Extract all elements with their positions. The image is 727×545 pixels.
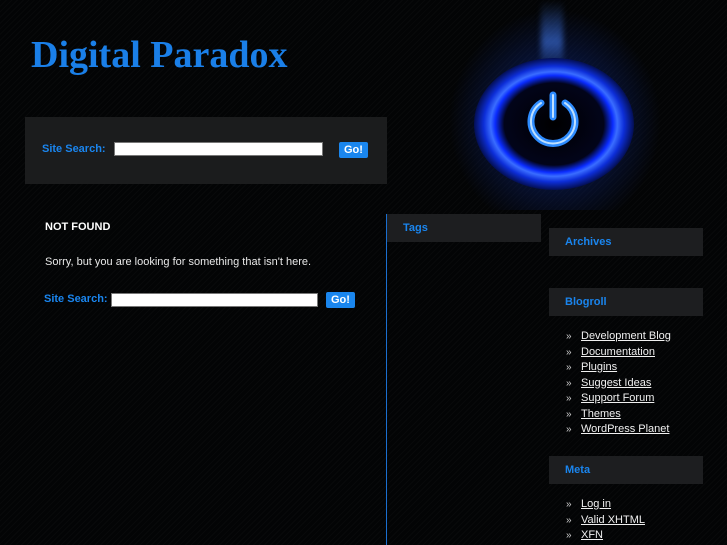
header-search-panel: Site Search: Go!: [25, 117, 387, 184]
double-chevron-right-icon: »: [566, 331, 572, 342]
meta-link-log-in[interactable]: Log in: [581, 498, 611, 510]
double-chevron-right-icon: »: [566, 408, 572, 420]
double-chevron-right-icon: »: [566, 499, 572, 510]
archives-widget-title: Archives: [549, 228, 703, 256]
blogroll-link-development-blog[interactable]: Development Blog: [581, 330, 671, 342]
list-item: » WordPress Planet: [566, 422, 671, 438]
list-item: » Development Blog: [566, 329, 671, 345]
site-title[interactable]: Digital Paradox: [31, 33, 287, 77]
double-chevron-right-icon: »: [566, 377, 572, 389]
content-search-label: Site Search:: [44, 293, 108, 305]
content-search-input[interactable]: [111, 293, 318, 307]
tags-widget-title: Tags: [387, 214, 541, 242]
meta-link-valid-xhtml[interactable]: Valid XHTML: [581, 514, 645, 526]
double-chevron-right-icon: »: [566, 362, 572, 373]
content-search-go-button[interactable]: Go!: [326, 292, 355, 308]
not-found-title: NOT FOUND: [45, 221, 111, 233]
header-search-label: Site Search:: [42, 143, 106, 155]
blogroll-list: » Development Blog » Documentation » Plugin…: [566, 329, 671, 438]
list-item: » XFN: [566, 528, 645, 544]
double-chevron-right-icon: »: [566, 514, 572, 526]
blogroll-link-suggest-ideas[interactable]: Suggest Ideas: [581, 377, 651, 389]
list-item: » Log in: [566, 497, 645, 513]
power-icon: [527, 91, 579, 147]
list-item: » Valid XHTML: [566, 513, 645, 529]
list-item: » Documentation: [566, 345, 671, 361]
meta-widget-title: Meta: [549, 456, 703, 484]
blogroll-link-wordpress-planet[interactable]: WordPress Planet: [581, 423, 669, 435]
double-chevron-right-icon: »: [566, 530, 572, 541]
double-chevron-right-icon: »: [566, 346, 572, 358]
blogroll-link-plugins[interactable]: Plugins: [581, 361, 617, 373]
meta-link-xfn[interactable]: XFN: [581, 529, 603, 541]
double-chevron-right-icon: »: [566, 424, 572, 435]
not-found-message: Sorry, but you are looking for something…: [45, 256, 312, 268]
double-chevron-right-icon: »: [566, 393, 572, 404]
blogroll-widget-title: Blogroll: [549, 288, 703, 316]
list-item: » Themes: [566, 407, 671, 423]
list-item: » Suggest Ideas: [566, 376, 671, 392]
blogroll-link-themes[interactable]: Themes: [581, 408, 621, 420]
list-item: » Plugins: [566, 360, 671, 376]
list-item: » Support Forum: [566, 391, 671, 407]
column-divider: [386, 214, 387, 545]
blogroll-link-support-forum[interactable]: Support Forum: [581, 392, 654, 404]
header-search-go-button[interactable]: Go!: [339, 142, 368, 158]
header-search-input[interactable]: [114, 142, 323, 156]
blogroll-link-documentation[interactable]: Documentation: [581, 346, 655, 358]
meta-list: » Log in » Valid XHTML » XFN: [566, 497, 645, 544]
